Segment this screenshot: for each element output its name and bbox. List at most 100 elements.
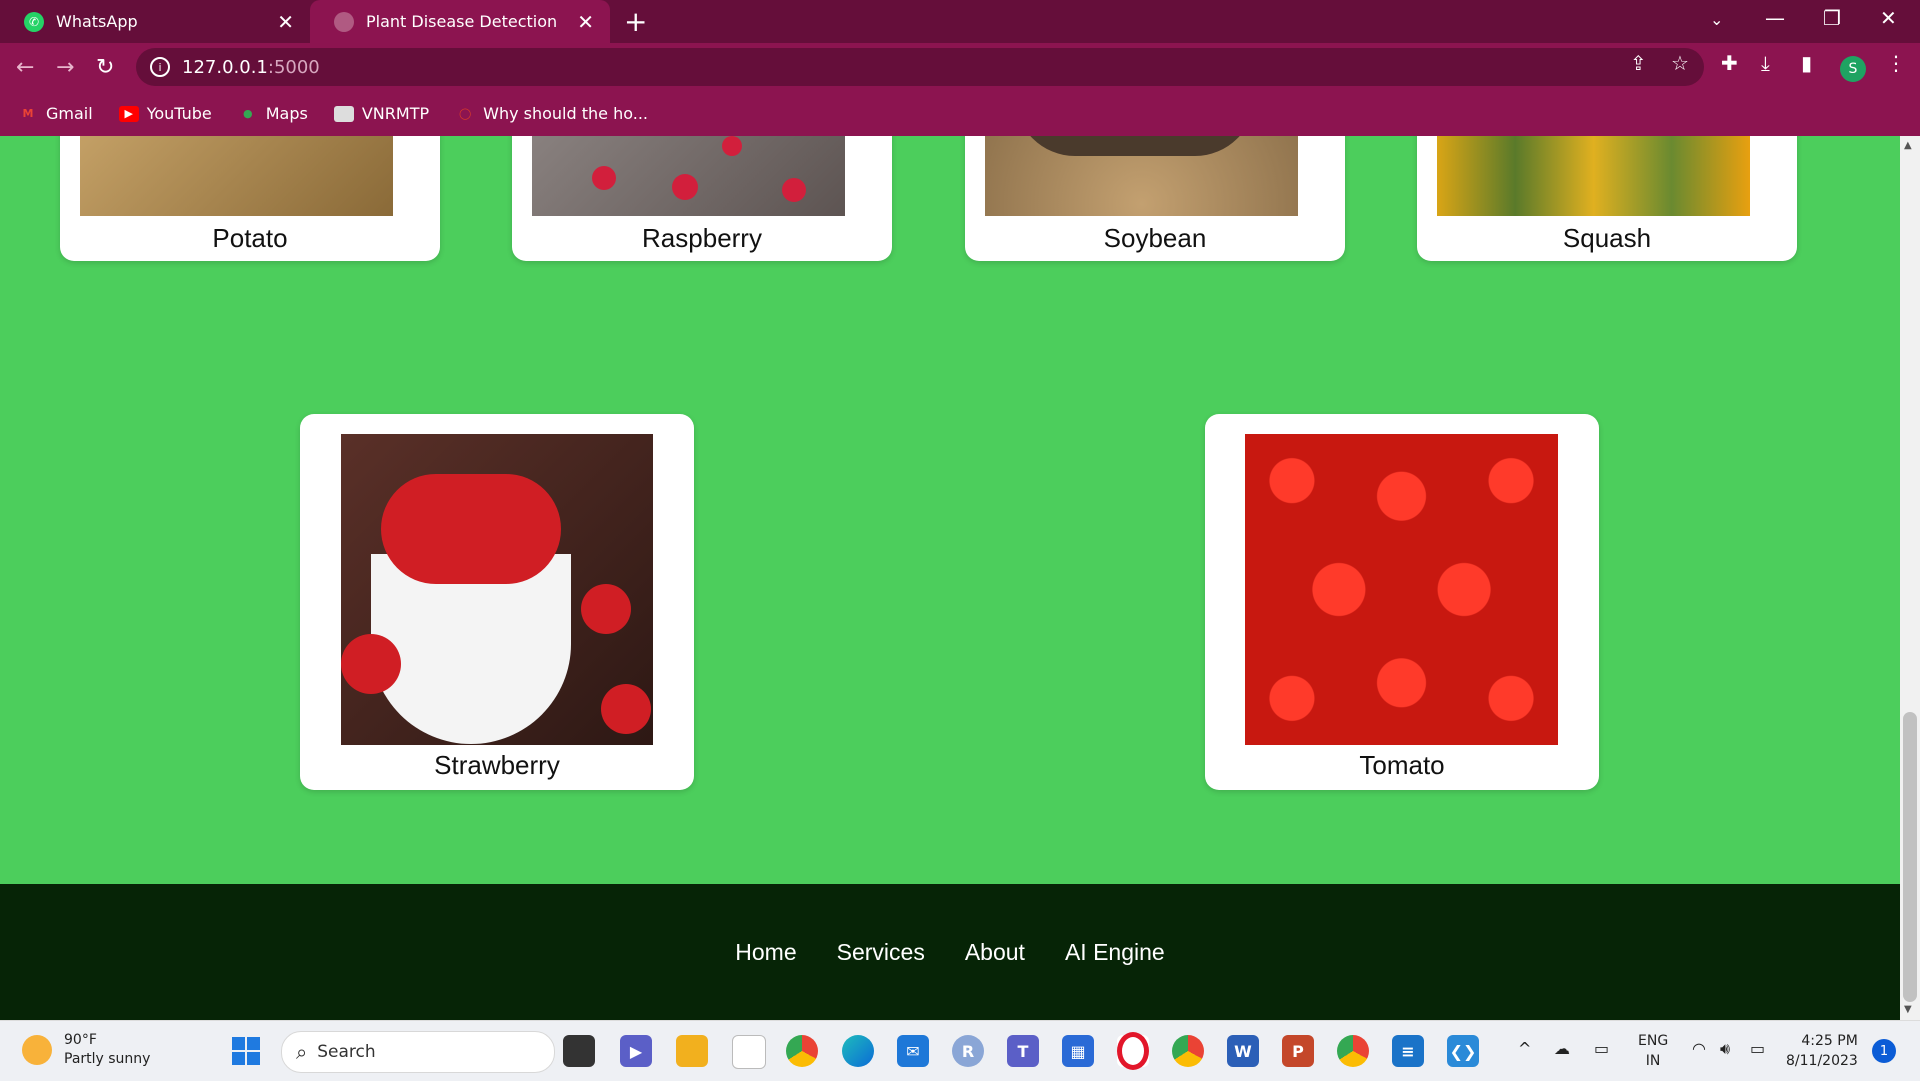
tab-strip: ✆ WhatsApp ✕ Plant Disease Detection ✕ +… bbox=[0, 0, 1920, 43]
teams-chat-icon[interactable]: ▶ bbox=[620, 1035, 652, 1067]
site-footer: Home Services About AI Engine bbox=[0, 884, 1900, 1020]
battery-icon[interactable]: ▭ bbox=[1750, 1039, 1765, 1058]
address-bar[interactable]: i 127.0.0.1:5000 bbox=[136, 48, 1704, 86]
close-tab-icon[interactable]: ✕ bbox=[277, 10, 294, 34]
scroll-up-icon[interactable]: ▲ bbox=[1904, 140, 1912, 151]
date: 8/11/2023 bbox=[1786, 1053, 1858, 1069]
footer-link-about[interactable]: About bbox=[965, 939, 1025, 966]
gmail-icon: M bbox=[22, 107, 34, 120]
crop-card-tomato[interactable]: Tomato bbox=[1205, 414, 1599, 790]
time: 4:25 PM bbox=[1801, 1033, 1858, 1049]
r-app-icon[interactable]: R bbox=[952, 1035, 984, 1067]
tab-title: Plant Disease Detection bbox=[366, 12, 558, 31]
opera-icon[interactable] bbox=[1117, 1032, 1149, 1070]
windows-taskbar: 90°F Partly sunny ⌕ Search ▶ ✉ R T ▦ W P… bbox=[0, 1020, 1920, 1081]
crop-card-squash[interactable]: Squash bbox=[1417, 136, 1797, 261]
profile-avatar[interactable]: S bbox=[1840, 56, 1866, 82]
chrome-active-icon[interactable] bbox=[1337, 1035, 1369, 1067]
display-icon[interactable]: ▭ bbox=[1594, 1039, 1609, 1058]
tab-search-icon[interactable]: ⌄ bbox=[1710, 10, 1723, 29]
crop-label: Raspberry bbox=[642, 223, 762, 253]
region-code: IN bbox=[1645, 1053, 1661, 1069]
temperature: 90°F bbox=[64, 1032, 97, 1048]
taskbar-search[interactable]: ⌕ Search bbox=[281, 1031, 555, 1073]
close-window-icon[interactable]: ✕ bbox=[1880, 6, 1897, 30]
volume-icon[interactable]: 🔊︎ bbox=[1720, 1039, 1730, 1059]
bookmark-star-icon[interactable]: ☆ bbox=[1671, 51, 1689, 75]
bookmark-label: Gmail bbox=[46, 104, 93, 123]
forward-icon[interactable]: → bbox=[56, 55, 74, 80]
crop-card-soybean[interactable]: Soybean bbox=[965, 136, 1345, 261]
task-view-icon[interactable] bbox=[563, 1035, 595, 1067]
footer-link-home[interactable]: Home bbox=[735, 939, 796, 966]
crop-card-potato[interactable]: Potato bbox=[60, 136, 440, 261]
crop-image bbox=[80, 136, 393, 216]
notepad-file-icon[interactable] bbox=[732, 1035, 766, 1069]
onedrive-icon[interactable]: ☁ bbox=[1554, 1039, 1570, 1058]
teams-icon[interactable]: T bbox=[1007, 1035, 1039, 1067]
new-tab-icon[interactable]: + bbox=[624, 5, 647, 38]
partly-sunny-icon bbox=[22, 1035, 52, 1065]
system-clock[interactable]: 4:25 PM 8/11/2023 bbox=[1786, 1031, 1858, 1071]
scroll-down-icon[interactable]: ▼ bbox=[1904, 1004, 1912, 1015]
file-explorer-icon[interactable] bbox=[676, 1035, 708, 1067]
crop-label: Soybean bbox=[1103, 223, 1207, 253]
language-indicator[interactable]: ENG IN bbox=[1638, 1031, 1668, 1071]
crop-card-raspberry[interactable]: Raspberry bbox=[512, 136, 892, 261]
bookmark-label: VNRMTP bbox=[361, 104, 430, 123]
site-info-icon[interactable]: i bbox=[150, 57, 170, 77]
bookmark-vnrmtp[interactable]: VNRMTP bbox=[333, 104, 430, 123]
back-icon[interactable]: ← bbox=[16, 55, 34, 80]
word-icon[interactable]: W bbox=[1227, 1035, 1259, 1067]
search-placeholder: Search bbox=[317, 1042, 376, 1062]
url-port: :5000 bbox=[267, 56, 320, 78]
crop-card-strawberry[interactable]: Strawberry bbox=[300, 414, 694, 790]
crop-image bbox=[985, 136, 1298, 216]
search-icon: ⌕ bbox=[296, 1040, 308, 1064]
powerpoint-icon[interactable]: P bbox=[1282, 1035, 1314, 1067]
weather-text: Partly sunny bbox=[64, 1051, 151, 1067]
quora-icon: ◯ bbox=[458, 107, 472, 120]
menu-icon[interactable]: ⋮ bbox=[1886, 51, 1906, 75]
crop-image bbox=[1245, 434, 1558, 745]
chrome-profile-icon[interactable] bbox=[1172, 1035, 1204, 1067]
tab-title: WhatsApp bbox=[56, 12, 138, 31]
mail-icon[interactable]: ✉ bbox=[897, 1035, 929, 1067]
youtube-icon: ▶ bbox=[118, 105, 139, 122]
extensions-icon[interactable]: ✚ bbox=[1721, 51, 1738, 75]
show-hidden-icons-icon[interactable]: ^ bbox=[1518, 1039, 1531, 1058]
vscode-icon[interactable]: ❮❯ bbox=[1447, 1035, 1479, 1067]
store-icon[interactable]: ▦ bbox=[1062, 1035, 1094, 1067]
bookmark-label: YouTube bbox=[146, 104, 212, 123]
tab-plant-disease-detection[interactable]: Plant Disease Detection ✕ bbox=[310, 0, 610, 43]
crop-image bbox=[341, 434, 653, 745]
bookmark-article[interactable]: ◯ Why should the ho... bbox=[455, 104, 648, 123]
wifi-icon[interactable]: ◠ bbox=[1692, 1039, 1706, 1058]
windows-start-icon[interactable] bbox=[230, 1035, 262, 1067]
side-panel-icon[interactable]: ▮ bbox=[1801, 51, 1812, 75]
page-icon bbox=[333, 105, 354, 122]
tab-whatsapp[interactable]: ✆ WhatsApp ✕ bbox=[0, 0, 310, 43]
restore-icon[interactable]: ❐ bbox=[1823, 6, 1841, 30]
crop-image bbox=[532, 136, 845, 216]
crop-label: Potato bbox=[212, 223, 288, 253]
share-icon[interactable]: ⇪ bbox=[1630, 51, 1647, 75]
reload-icon[interactable]: ↻ bbox=[96, 55, 114, 80]
bookmark-label: Maps bbox=[265, 104, 308, 123]
scrollbar-thumb[interactable] bbox=[1903, 712, 1917, 1002]
minimize-icon[interactable]: — bbox=[1765, 6, 1785, 30]
footer-link-ai-engine[interactable]: AI Engine bbox=[1065, 939, 1165, 966]
crop-label: Squash bbox=[1562, 223, 1652, 253]
edge-icon[interactable] bbox=[842, 1035, 874, 1067]
bookmark-youtube[interactable]: ▶ YouTube bbox=[118, 104, 212, 123]
download-icon[interactable]: ⤓ bbox=[1761, 51, 1770, 75]
footer-link-services[interactable]: Services bbox=[837, 939, 925, 966]
bookmark-maps[interactable]: ● Maps bbox=[238, 104, 308, 123]
close-tab-icon[interactable]: ✕ bbox=[577, 10, 594, 34]
bookmark-gmail[interactable]: M Gmail bbox=[18, 104, 93, 123]
weather-widget[interactable]: 90°F Partly sunny bbox=[22, 1031, 150, 1069]
notification-badge[interactable]: 1 bbox=[1872, 1039, 1896, 1063]
notepad-icon[interactable]: ≡ bbox=[1392, 1035, 1424, 1067]
crop-label: Tomato bbox=[1359, 750, 1445, 780]
chrome-icon[interactable] bbox=[786, 1035, 818, 1067]
